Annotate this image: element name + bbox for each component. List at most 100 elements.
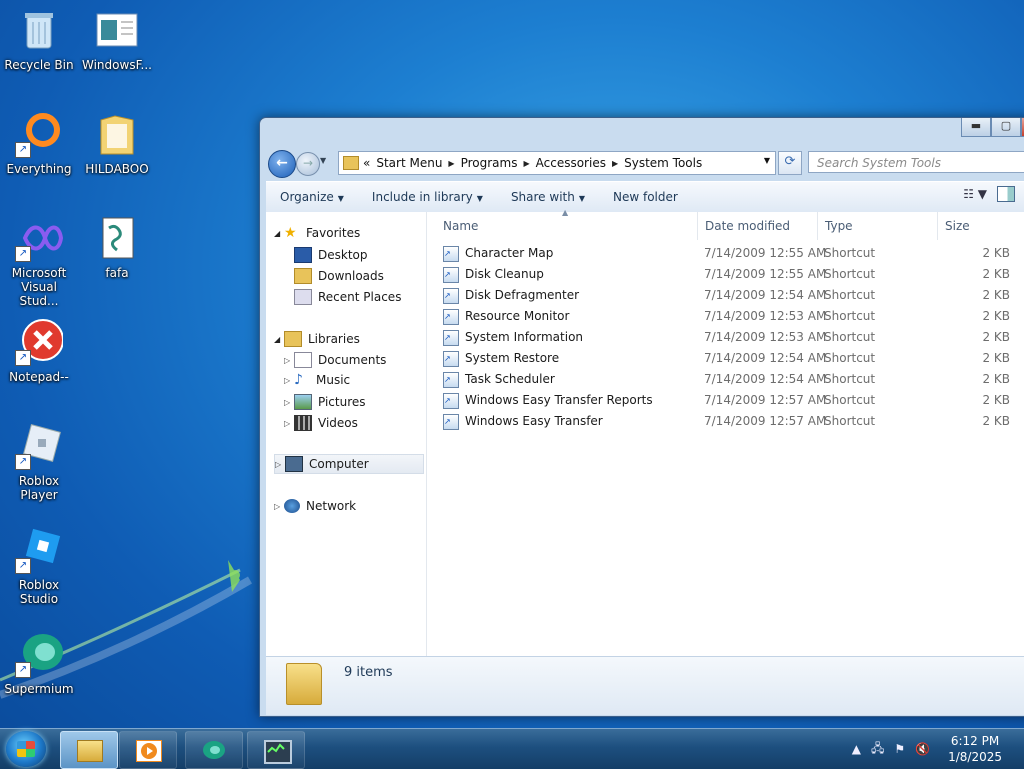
desktop-icon-label: Everything <box>6 162 72 176</box>
nav-pictures[interactable]: ▷ Pictures <box>284 394 366 410</box>
nav-videos[interactable]: ▷ Videos <box>284 415 358 431</box>
column-header-size[interactable]: Size <box>937 212 1024 240</box>
desktop-icon-supermium[interactable]: ↗ Supermium <box>0 630 78 696</box>
file-row[interactable]: Windows Easy Transfer Reports 7/14/2009 … <box>427 390 1024 411</box>
address-bar[interactable]: « Start Menu ▶ Programs ▶ Accessories ▶ … <box>338 151 776 175</box>
breadcrumb-system-tools[interactable]: System Tools <box>624 156 702 170</box>
desktop-icon-hildaboo[interactable]: HILDABOO <box>78 110 156 176</box>
file-date: 7/14/2009 12:55 AM <box>704 246 827 260</box>
desktop-icon-roblox-studio[interactable]: ↗ Roblox Studio <box>0 526 78 606</box>
view-controls: ☷ ▼ <box>953 186 1024 202</box>
desktop-icon-windowsf[interactable]: WindowsF... <box>78 6 156 72</box>
include-in-library-button[interactable]: Include in library ▼ <box>358 190 497 204</box>
view-options-icon[interactable]: ☷ ▼ <box>963 187 987 201</box>
breadcrumb-start-menu[interactable]: Start Menu <box>376 156 442 170</box>
file-row[interactable]: Character Map 7/14/2009 12:55 AM Shortcu… <box>427 243 1024 264</box>
collapse-arrow-icon[interactable]: ▷ <box>274 502 284 511</box>
column-header-type[interactable]: Type <box>817 212 935 240</box>
volume-muted-icon[interactable]: 🔇 <box>915 742 930 756</box>
organize-button[interactable]: Organize ▼ <box>266 190 358 204</box>
expand-arrow-icon[interactable]: ◢ <box>274 229 284 238</box>
nav-libraries[interactable]: ◢ Libraries <box>274 331 360 347</box>
shortcut-arrow-icon: ↗ <box>15 662 31 678</box>
preview-pane-icon[interactable] <box>997 186 1015 202</box>
navigation-bar: ← → ▼ « Start Menu ▶ Programs ▶ Accessor… <box>268 148 1024 178</box>
new-folder-button[interactable]: New folder <box>599 190 692 204</box>
action-center-flag-icon[interactable]: ⚑ <box>894 742 905 756</box>
minimize-button[interactable]: ▬ <box>961 118 991 137</box>
column-header-name[interactable]: Name <box>443 212 478 240</box>
file-row[interactable]: Resource Monitor 7/14/2009 12:53 AM Shor… <box>427 306 1024 327</box>
organize-label: Organize <box>280 190 334 204</box>
breadcrumb-accessories[interactable]: Accessories <box>536 156 606 170</box>
chevron-right-icon[interactable]: ▶ <box>448 159 454 168</box>
file-row[interactable]: Disk Defragmenter 7/14/2009 12:54 AM Sho… <box>427 285 1024 306</box>
desktop-icon-everything[interactable]: ↗ Everything <box>0 110 78 176</box>
chevron-right-icon[interactable]: ▶ <box>523 159 529 168</box>
disk-cleanup-shortcut-icon <box>443 264 459 285</box>
back-button[interactable]: ← <box>268 150 296 178</box>
expand-arrow-icon[interactable]: ◢ <box>274 335 284 344</box>
nav-desktop[interactable]: Desktop <box>294 247 368 263</box>
chevron-right-icon[interactable]: ▶ <box>612 159 618 168</box>
taskbar-supermium[interactable] <box>185 731 243 769</box>
nav-favorites[interactable]: ◢ ★ Favorites <box>274 226 360 240</box>
nav-label: Recent Places <box>318 290 402 304</box>
collapse-arrow-icon[interactable]: ▷ <box>284 356 294 365</box>
nav-documents[interactable]: ▷ Documents <box>284 352 386 368</box>
computer-icon <box>285 456 303 472</box>
nav-recent-places[interactable]: Recent Places <box>294 289 401 305</box>
clock[interactable]: 6:12 PM 1/8/2025 <box>948 733 1002 765</box>
folder-icon <box>77 740 103 762</box>
file-row[interactable]: System Information 7/14/2009 12:53 AM Sh… <box>427 327 1024 348</box>
collapse-arrow-icon[interactable]: ▷ <box>275 460 285 469</box>
collapse-arrow-icon[interactable]: ▷ <box>284 419 294 428</box>
breadcrumb-programs[interactable]: Programs <box>461 156 518 170</box>
refresh-button[interactable]: ⟳ <box>778 151 802 175</box>
file-name: Character Map <box>465 246 554 260</box>
nav-network[interactable]: ▷ Network <box>274 499 356 513</box>
file-row[interactable]: Task Scheduler 7/14/2009 12:54 AM Shortc… <box>427 369 1024 390</box>
character-map-shortcut-icon <box>443 243 459 264</box>
recent-pages-dropdown[interactable]: ▼ <box>320 156 326 165</box>
nav-label: Documents <box>318 353 387 367</box>
search-input[interactable]: Search System Tools <box>808 151 1024 173</box>
column-header-date[interactable]: Date modified <box>697 212 815 240</box>
nav-downloads[interactable]: Downloads <box>294 268 384 284</box>
file-date: 7/14/2009 12:54 AM <box>704 288 827 302</box>
desktop-icon-roblox-player[interactable]: ↗ Roblox Player <box>0 422 78 502</box>
file-row[interactable]: Windows Easy Transfer 7/14/2009 12:57 AM… <box>427 411 1024 432</box>
taskbar-media-player[interactable] <box>119 731 177 769</box>
nav-label: Music <box>316 373 351 387</box>
file-date: 7/14/2009 12:53 AM <box>704 309 827 323</box>
collapse-arrow-icon[interactable]: ▷ <box>284 376 294 385</box>
pictures-icon <box>294 394 312 410</box>
taskbar-explorer[interactable] <box>60 731 118 769</box>
desktop-icon-visual-studio[interactable]: ↗ Microsoft Visual Stud... <box>0 214 78 308</box>
details-pane: 9 items <box>266 656 1024 715</box>
maximize-button[interactable]: ▢ <box>991 118 1021 137</box>
desktop-icon-recycle-bin[interactable]: Recycle Bin <box>0 6 78 72</box>
chevron-down-icon[interactable]: ▼ <box>764 156 770 165</box>
taskbar-monitor-app[interactable] <box>247 731 305 769</box>
nav-computer[interactable]: ▷ Computer <box>274 454 424 474</box>
show-hidden-icons-icon[interactable]: ▲ <box>852 742 861 756</box>
file-size: 2 KB <box>982 288 1010 302</box>
file-size: 2 KB <box>982 330 1010 344</box>
collapse-arrow-icon[interactable]: ▷ <box>284 398 294 407</box>
desktop-icon-fafa[interactable]: fafa <box>78 214 156 280</box>
file-row[interactable]: Disk Cleanup 7/14/2009 12:55 AM Shortcut… <box>427 264 1024 285</box>
nav-music[interactable]: ▷ ♪ Music <box>284 373 350 387</box>
network-status-icon[interactable]: 🖧 <box>871 739 884 760</box>
breadcrumb-overflow[interactable]: « <box>363 156 370 170</box>
file-row[interactable]: System Restore 7/14/2009 12:54 AM Shortc… <box>427 348 1024 369</box>
forward-button[interactable]: → <box>296 152 320 176</box>
desktop-icon-label: HILDABOO <box>85 162 149 176</box>
start-button[interactable] <box>6 731 46 767</box>
desktop-icon-notepad[interactable]: ↗ Notepad-- <box>0 318 78 384</box>
item-count: 9 items <box>344 665 393 680</box>
desktop-icon-label: WindowsF... <box>82 58 152 72</box>
file-date: 7/14/2009 12:57 AM <box>704 414 827 428</box>
star-icon: ★ <box>284 225 297 241</box>
share-with-button[interactable]: Share with ▼ <box>497 190 599 204</box>
